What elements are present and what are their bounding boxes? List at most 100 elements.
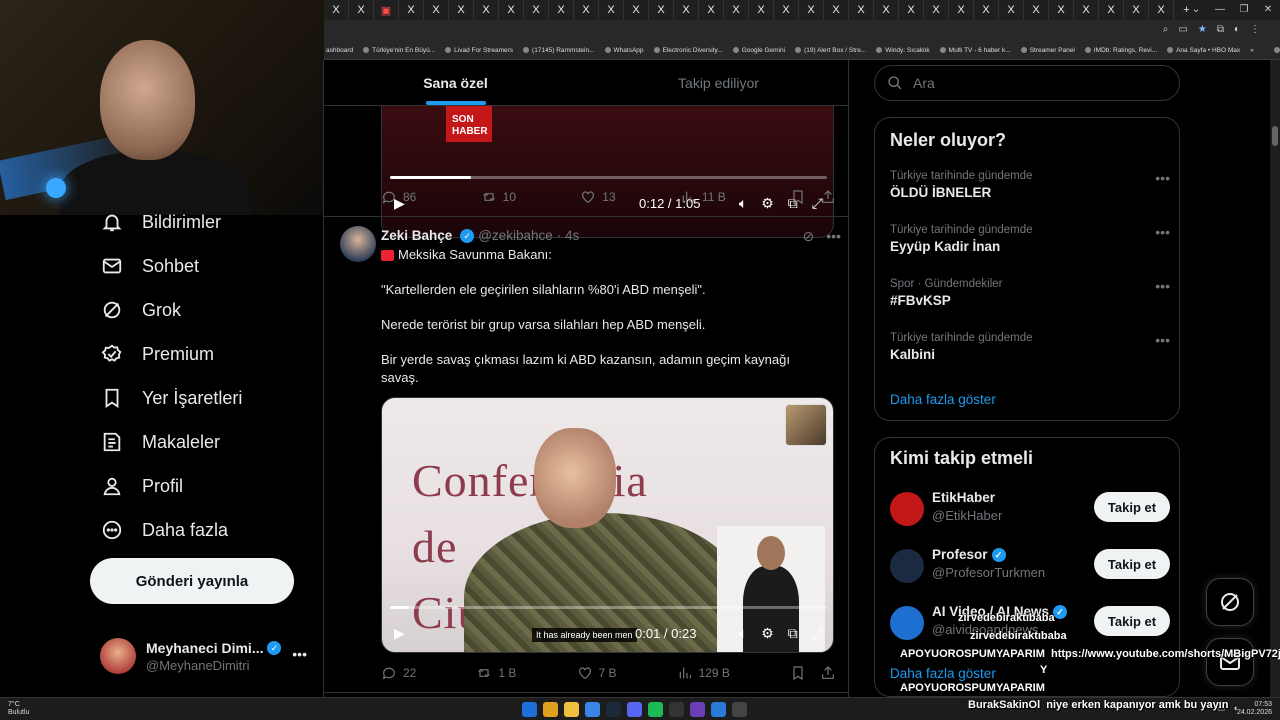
views-button[interactable]: 11 B	[680, 189, 726, 205]
close-window-button[interactable]: ✕	[1256, 0, 1280, 20]
trend-item[interactable]: Türkiye tarihinde gündemde Kalbini •••	[890, 332, 1170, 362]
video-progress[interactable]	[390, 606, 827, 609]
pip-icon[interactable]: ⧉	[788, 625, 798, 642]
like-button[interactable]: 13	[580, 189, 616, 205]
grok-icon[interactable]: ⊘	[803, 228, 815, 245]
tweet-time[interactable]: · 4s	[557, 228, 580, 243]
trend-item[interactable]: Türkiye tarihinde gündemde Eyyüp Kadir İn…	[890, 224, 1170, 254]
bookmark-item[interactable]: Multi TV - 6 haber k...	[939, 47, 1011, 54]
browser-tab[interactable]: X	[474, 0, 499, 20]
collapse-tabs-button[interactable]: ⌄	[1184, 0, 1208, 20]
repost-button[interactable]: 1 B	[476, 665, 516, 681]
steam-icon[interactable]	[606, 702, 621, 717]
trends-show-more[interactable]: Daha fazla göster	[890, 392, 996, 407]
more-icon[interactable]: •••	[292, 646, 307, 662]
bookmark-item[interactable]: Windy: Sıcaklık	[876, 47, 930, 54]
more-icon[interactable]: •••	[1155, 224, 1170, 240]
browser-tab[interactable]: X	[449, 0, 474, 20]
nav-item-makaleler[interactable]: Makaleler	[90, 420, 320, 464]
who-show-more[interactable]: Daha fazla göster	[890, 666, 996, 681]
nav-item-premium[interactable]: Premium	[90, 332, 320, 376]
browser-tab[interactable]: X	[899, 0, 924, 20]
browser-tab[interactable]: X	[599, 0, 624, 20]
account-switcher[interactable]: Meyhaneci Dimi... ✓ @MeyhaneDimitri •••	[100, 636, 315, 676]
browser-tab[interactable]: X	[874, 0, 899, 20]
bookmark-item[interactable]: IMDb: Ratings, Revi...	[1084, 47, 1157, 54]
avatar[interactable]	[340, 226, 376, 262]
browser-tab[interactable]: X	[574, 0, 599, 20]
browser-tab[interactable]: X	[1049, 0, 1074, 20]
bookmark-icon[interactable]	[790, 665, 806, 681]
bookmark-item[interactable]: »	[1250, 47, 1254, 54]
browser-tab[interactable]: X	[424, 0, 449, 20]
menu-icon[interactable]: ⋮	[1250, 24, 1260, 35]
tweet-video[interactable]: Conferencia de Ciu It has already been men…	[381, 397, 834, 653]
minimize-button[interactable]: —	[1208, 0, 1232, 20]
avatar[interactable]	[890, 606, 924, 640]
profile-icon[interactable]: ◐	[1234, 24, 1240, 35]
page-scrollbar[interactable]	[1270, 60, 1280, 700]
post-button[interactable]: Gönderi yayınla	[90, 558, 294, 604]
nav-item-bildirimler[interactable]: Bildirimler	[90, 200, 320, 244]
bookmark-item[interactable]: WhatsApp	[604, 47, 644, 54]
app-icon[interactable]	[585, 702, 600, 717]
browser-tab[interactable]: X	[524, 0, 549, 20]
reply-button[interactable]: 22	[381, 665, 416, 681]
browser-tab[interactable]: X	[649, 0, 674, 20]
volume-icon[interactable]: 🔈︎	[739, 625, 747, 642]
browser-tab[interactable]: X	[674, 0, 699, 20]
browser-tab[interactable]: X	[1074, 0, 1099, 20]
chrome-icon[interactable]	[543, 702, 558, 717]
bookmark-item[interactable]: Livad For Streamers	[445, 47, 513, 54]
browser-tab[interactable]: X	[499, 0, 524, 20]
browser-tab[interactable]: X	[1099, 0, 1124, 20]
follow-button[interactable]: Takip et	[1094, 606, 1170, 636]
more-icon[interactable]: •••	[1155, 278, 1170, 294]
browser-tab[interactable]: X	[349, 0, 374, 20]
browser-tab[interactable]: X	[799, 0, 824, 20]
extensions-icon[interactable]: ⧉	[1217, 24, 1224, 35]
trend-item[interactable]: Spor · Gündemdekiler #FBvKSP •••	[890, 278, 1170, 308]
app-icon[interactable]	[690, 702, 705, 717]
tab-for-you[interactable]: Sana özel	[324, 60, 587, 105]
play-icon[interactable]: ▶	[394, 625, 405, 642]
follow-suggestion[interactable]: EtikHaber @EtikHaber Takip et	[890, 490, 1170, 530]
bookmark-item[interactable]: (19) Alert Box / Stre...	[795, 47, 866, 54]
star-icon[interactable]: ★	[1198, 24, 1207, 35]
bookmark-item[interactable]: Türkiye'nin En Büyü...	[363, 47, 435, 54]
browser-tab[interactable]: X	[1149, 0, 1174, 20]
maximize-button[interactable]: ❐	[1232, 0, 1256, 20]
browser-tab[interactable]: X	[1124, 0, 1149, 20]
grok-fab-button[interactable]	[1206, 578, 1254, 626]
browser-tab[interactable]: X	[399, 0, 424, 20]
browser-tab[interactable]: X	[849, 0, 874, 20]
app-icon[interactable]	[732, 702, 747, 717]
views-button[interactable]: 129 B	[677, 665, 730, 681]
address-bar[interactable]: ⌕ ▭ ★ ⧉ ◐ ⋮	[324, 20, 1280, 42]
tweet-author-handle[interactable]: @zekibahce	[478, 228, 553, 243]
nav-item-profil[interactable]: Profil	[90, 464, 320, 508]
bookmark-item[interactable]: Electronic Diversity...	[653, 47, 723, 54]
bookmark-item[interactable]: (17145) Rammstein...	[523, 47, 595, 54]
weather-widget[interactable]: 7°C Bulutlu	[8, 701, 29, 717]
tweet-author-name[interactable]: Zeki Bahçe	[381, 228, 452, 243]
tab-following[interactable]: Takip ediliyor	[587, 60, 848, 105]
follow-suggestion[interactable]: Profesor ✓ @ProfesorTurkmen Takip et	[890, 547, 1170, 587]
browser-tab[interactable]: X	[949, 0, 974, 20]
browser-tab[interactable]: X	[749, 0, 774, 20]
browser-tab[interactable]: X	[774, 0, 799, 20]
browser-tab[interactable]: X	[924, 0, 949, 20]
nav-item-grok[interactable]: Grok	[90, 288, 320, 332]
share-icon[interactable]	[820, 189, 836, 205]
browser-tab[interactable]: X	[1024, 0, 1049, 20]
video-progress[interactable]	[390, 176, 827, 179]
more-icon[interactable]: •••	[1155, 332, 1170, 348]
browser-tab[interactable]: X	[549, 0, 574, 20]
bookmark-item[interactable]: Google Gemini	[732, 47, 785, 54]
spotify-icon[interactable]	[648, 702, 663, 717]
messages-fab-button[interactable]	[1206, 638, 1254, 686]
nav-item-daha-fazla[interactable]: Daha fazla	[90, 508, 320, 552]
follow-button[interactable]: Takip et	[1094, 549, 1170, 579]
bookmark-icon[interactable]	[790, 189, 806, 205]
reply-button[interactable]: 86	[381, 189, 416, 205]
